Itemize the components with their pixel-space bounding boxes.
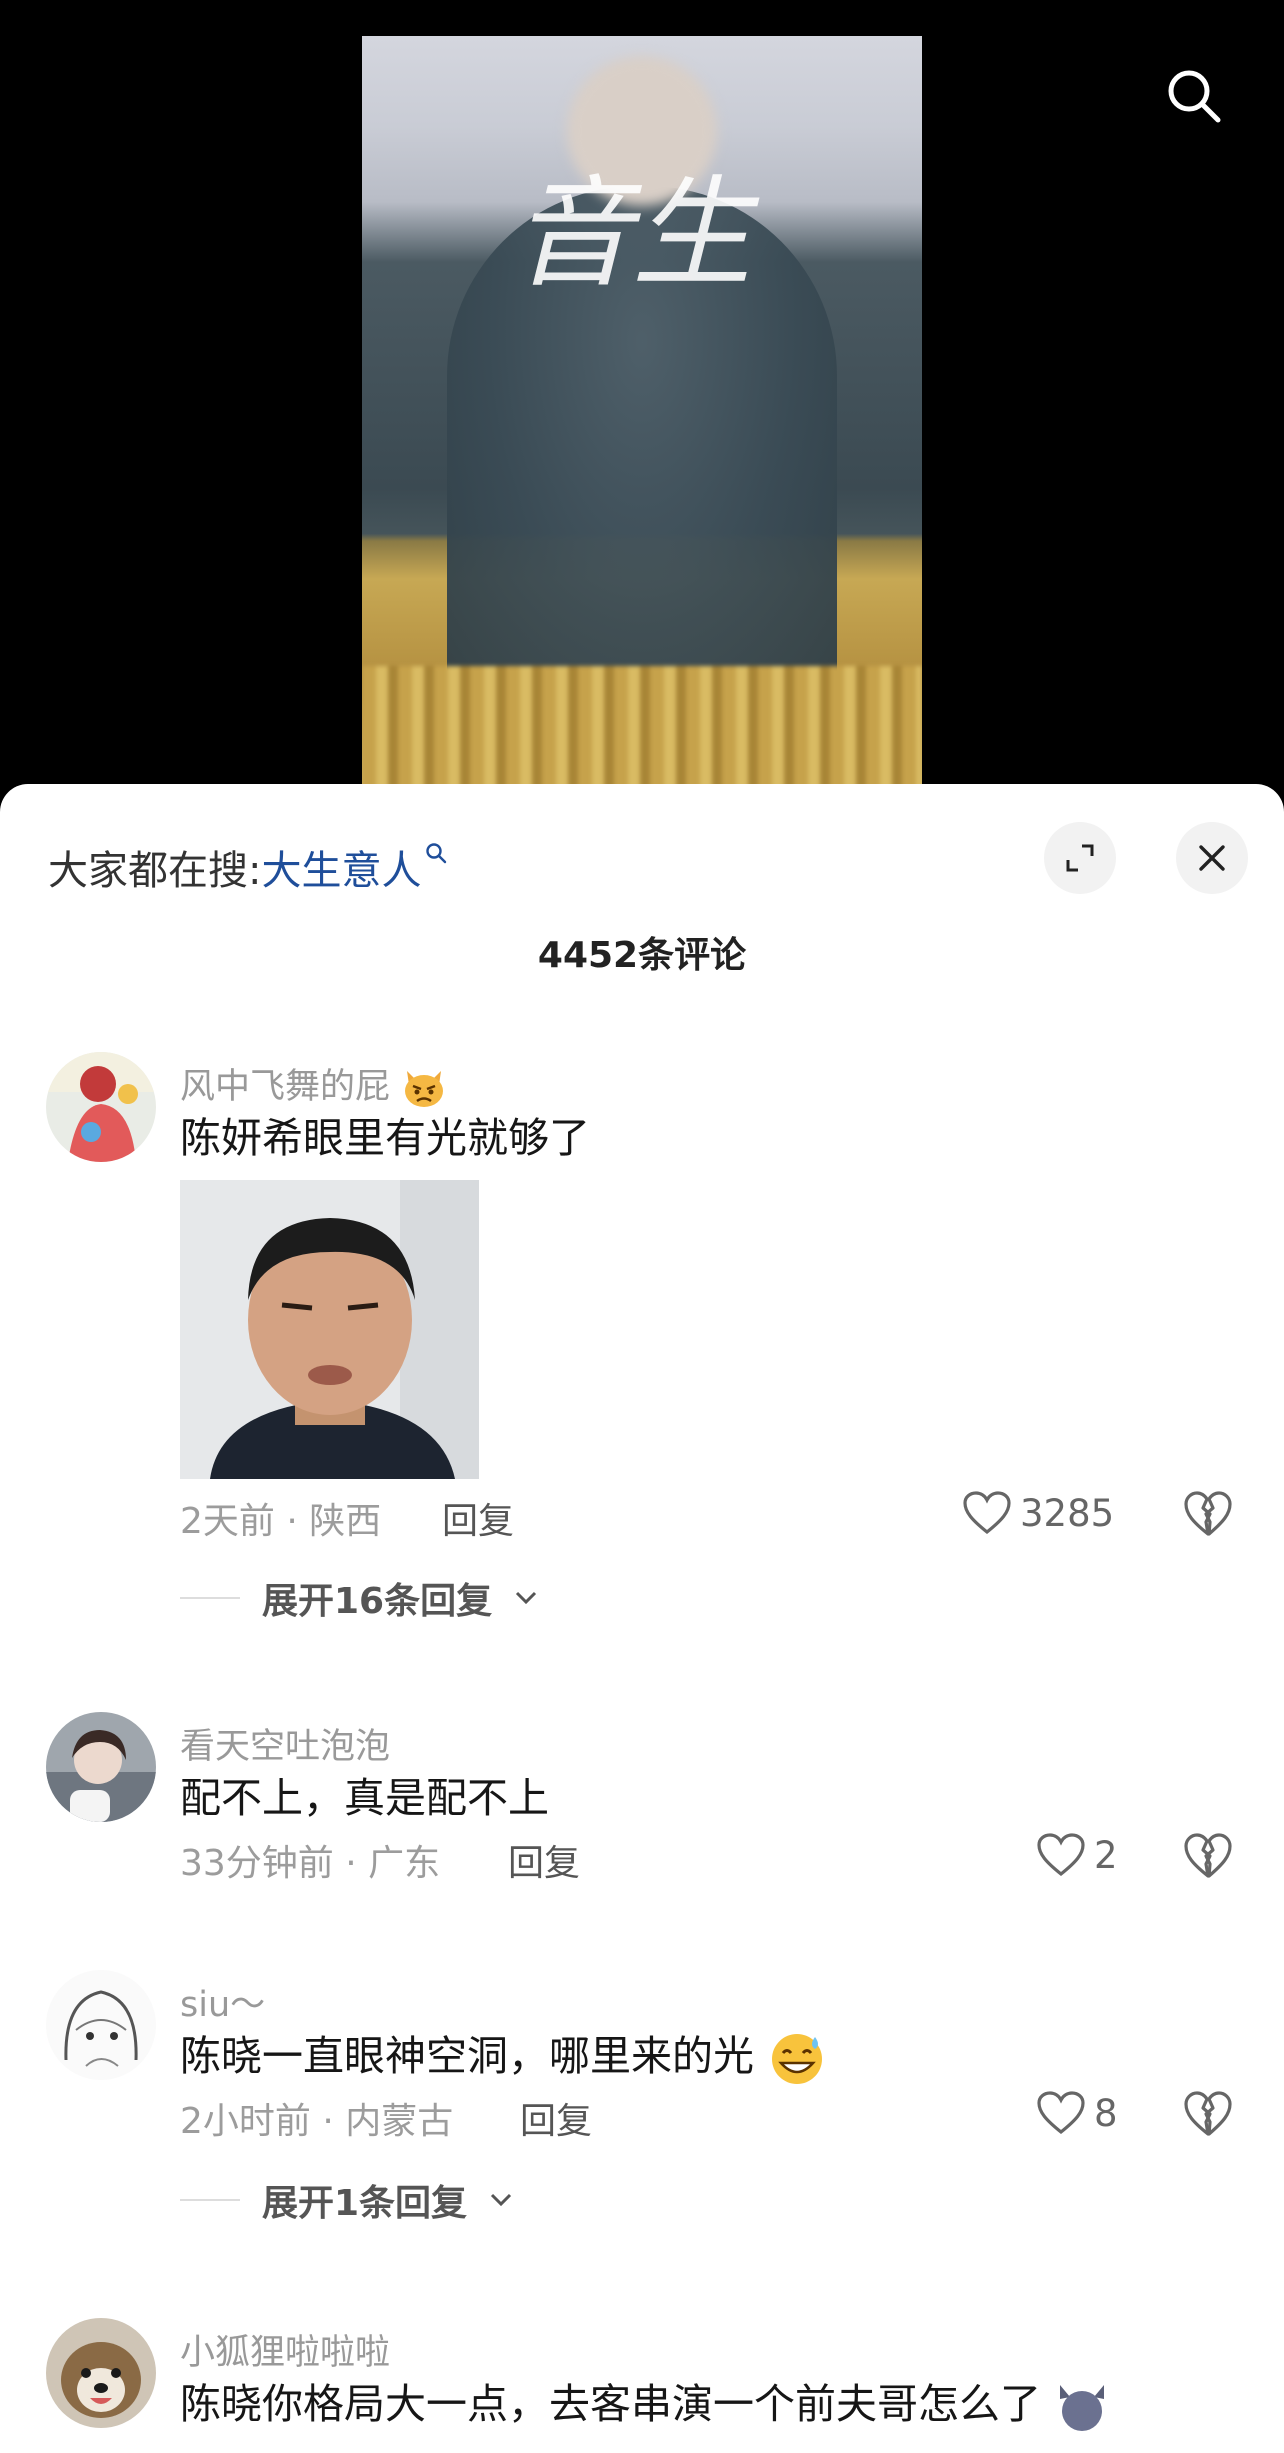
expand-replies-button[interactable]: 展开1条回复 (180, 2174, 513, 2226)
expand-replies-label: 展开16条回复 (262, 1581, 493, 1622)
like-count: 3285 (1020, 1491, 1115, 1535)
avatar[interactable] (46, 1052, 156, 1162)
broken-heart-icon (1184, 2091, 1232, 2136)
comment-text: 陈晓你格局大一点，去客串演一个前夫哥怎么了 (180, 2370, 1110, 2433)
avatar-image (46, 1052, 156, 1162)
divider (180, 1597, 240, 1599)
search-small-icon (426, 843, 447, 864)
reply-button[interactable]: 回复 (442, 1492, 514, 1544)
hot-search-prefix: 大家都在搜: (48, 848, 262, 894)
comment-meta: 33分钟前 · 广东 (180, 1843, 441, 1884)
angry-cat-emoji-icon (405, 1071, 444, 1107)
comment-text: 陈晓一直眼神空洞，哪里来的光 (180, 2022, 827, 2087)
avatar-image (46, 1970, 156, 2080)
comment-username[interactable]: siu～ (180, 1976, 265, 2027)
comment-image[interactable] (180, 1180, 479, 1479)
comment-text: 配不上，真是配不上 (180, 1774, 549, 1822)
dislike-button[interactable] (1182, 1488, 1234, 1540)
expand-replies-button[interactable]: 展开16条回复 (180, 1572, 538, 1624)
comment-username[interactable]: 小狐狸啦啦啦 (180, 2324, 390, 2375)
chevron-down-icon (516, 1591, 537, 1605)
comment-count: 4452条评论 (537, 935, 747, 976)
close-icon (1199, 845, 1225, 871)
sweat-grin-emoji-icon (772, 2034, 823, 2084)
comment-username[interactable]: 风中飞舞的屁 (180, 1058, 447, 1109)
heart-icon (963, 1491, 1011, 1535)
comment-sheet: 大家都在搜:大生意人 4452条评论 风中飞舞的屁 陈妍希眼里有光就够了 2天前… (0, 784, 1284, 2453)
avatar[interactable] (46, 1970, 156, 2080)
video-desk (362, 666, 922, 790)
expand-icon (1066, 844, 1094, 872)
like-button[interactable]: 2 (1036, 1832, 1118, 1878)
comment-username[interactable]: 看天空吐泡泡 (180, 1718, 390, 1769)
like-count: 8 (1094, 2091, 1118, 2135)
heart-icon (1037, 1833, 1085, 1877)
dislike-button[interactable] (1182, 1830, 1234, 1882)
video-frame[interactable]: 音生 (362, 36, 922, 790)
hot-search-term[interactable]: 大生意人 (261, 848, 421, 894)
search-button[interactable] (1162, 64, 1226, 128)
heart-icon (1037, 2091, 1085, 2135)
video-watermark: 音生 (512, 165, 752, 304)
chevron-down-icon (491, 2193, 512, 2207)
hot-search-bar[interactable]: 大家都在搜:大生意人 (48, 838, 447, 896)
comment-meta: 2天前 · 陕西 (180, 1501, 382, 1542)
broken-heart-icon (1184, 1491, 1232, 1536)
devil-emoji-icon (1060, 2385, 1105, 2431)
comment-text: 陈妍希眼里有光就够了 (180, 1114, 590, 1162)
expand-replies-label: 展开1条回复 (262, 2183, 468, 2224)
like-button[interactable]: 3285 (962, 1490, 1114, 1536)
search-icon (1168, 70, 1221, 123)
expand-button[interactable] (1044, 822, 1116, 894)
avatar[interactable] (46, 1712, 156, 1822)
avatar-image (46, 1712, 156, 1822)
like-count: 2 (1094, 1833, 1118, 1877)
comment-image-content (180, 1180, 479, 1479)
video-player[interactable]: 音生 (0, 0, 1284, 790)
avatar[interactable] (46, 2318, 156, 2428)
comment-meta: 2小时前 · 内蒙古 (180, 2101, 454, 2142)
close-button[interactable] (1176, 822, 1248, 894)
avatar-image (46, 2318, 156, 2428)
divider (180, 2199, 240, 2201)
reply-button[interactable]: 回复 (508, 1834, 580, 1886)
reply-button[interactable]: 回复 (520, 2092, 592, 2144)
broken-heart-icon (1184, 1833, 1232, 1878)
dislike-button[interactable] (1182, 2088, 1234, 2140)
like-button[interactable]: 8 (1036, 2090, 1118, 2136)
